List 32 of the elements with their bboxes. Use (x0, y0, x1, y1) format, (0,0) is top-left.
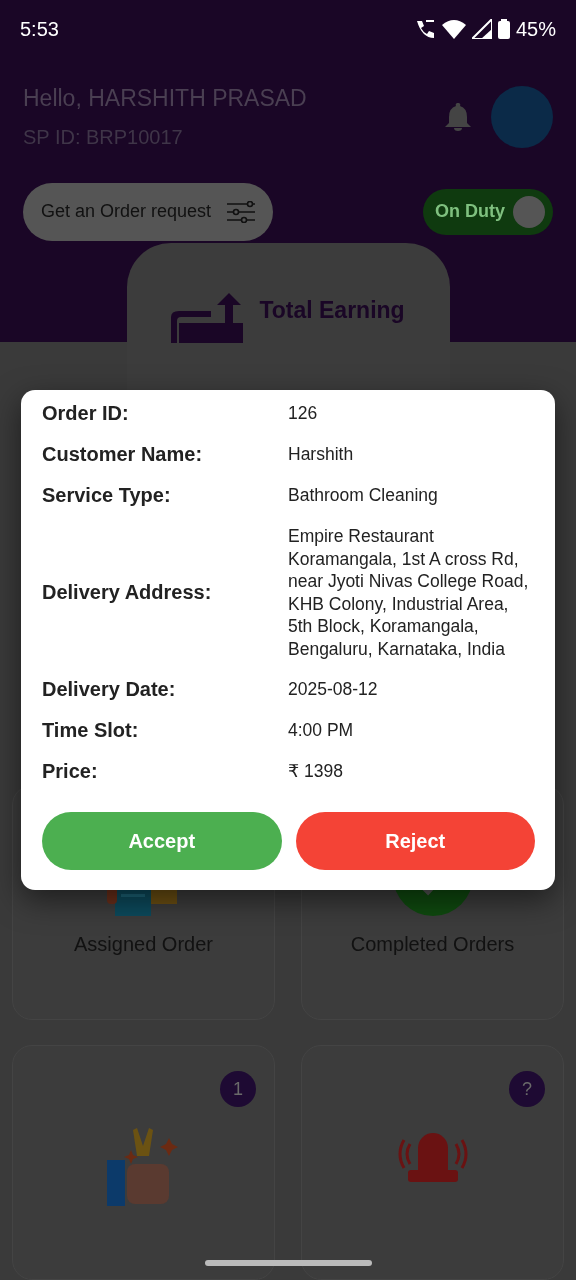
wallet-icon (171, 292, 246, 343)
field-value: Bathroom Cleaning (288, 484, 439, 507)
dashboard-tile[interactable]: ? (301, 1045, 564, 1280)
field-label: Delivery Date: (42, 678, 177, 701)
count-badge: ? (509, 1071, 545, 1107)
field-value: 126 (288, 402, 319, 425)
wifi-icon (441, 19, 466, 40)
accept-button[interactable]: Accept (42, 812, 282, 870)
count-badge: 1 (220, 1071, 256, 1107)
field-value: ₹ 1398 (288, 760, 344, 783)
reject-button[interactable]: Reject (295, 812, 535, 870)
battery-icon (497, 19, 510, 40)
clock-time: 5:53 (20, 17, 59, 41)
field-label: Service Type: (42, 484, 172, 507)
field-value: Empire Restaurant Koramangala, 1st A cross Rd, near Jyoti Nivas College Road, KHB Colony, Industrial Area, 5th Block, Koramangala, Bengaluru, Karnataka, India (288, 525, 530, 660)
order-request-button[interactable]: Get an Order request (23, 182, 274, 241)
battery-level: 45% (515, 17, 556, 41)
home-indicator[interactable] (205, 1260, 372, 1266)
bell-icon[interactable] (445, 102, 471, 131)
field-value: Harshith (288, 443, 355, 466)
dashboard-tile[interactable]: 1 (12, 1045, 275, 1280)
field-label: Order ID: (42, 402, 130, 425)
field-value: 2025-08-12 (288, 678, 379, 701)
field-label: Delivery Address: (42, 581, 213, 604)
duty-toggle[interactable]: On Duty (423, 188, 553, 235)
signal-icon (471, 19, 492, 40)
field-label: Time Slot: (42, 719, 140, 742)
field-label: Price: (42, 760, 99, 783)
field-value: 4:00 PM (288, 719, 355, 742)
greeting-text: Hello, HARSHITH PRASAD (23, 84, 307, 112)
field-label: Customer Name: (42, 443, 204, 466)
sliders-icon (227, 200, 256, 223)
